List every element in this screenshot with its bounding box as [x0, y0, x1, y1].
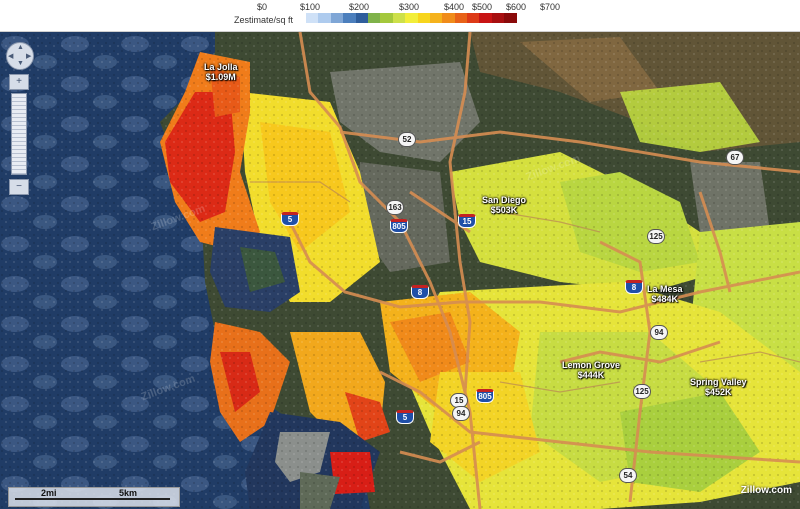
- pan-down-icon[interactable]: ▼: [17, 60, 24, 67]
- legend-swatches: [306, 13, 517, 23]
- state-route-shield: 52: [398, 132, 416, 147]
- legend-swatch: [504, 13, 517, 23]
- legend-tick: $400: [443, 2, 465, 12]
- legend-swatch: [367, 13, 381, 23]
- place-label-la-jolla[interactable]: La Jolla $1.09M: [204, 62, 238, 82]
- place-value: $1.09M: [205, 72, 236, 82]
- zillow-heatmap-view: $0 $100 $200 $300 $400 $500 $600 $700 Ze…: [0, 0, 800, 509]
- legend-swatch: [442, 13, 455, 23]
- place-label-san-diego[interactable]: San Diego $503K: [482, 195, 526, 215]
- legend-swatch: [330, 13, 344, 23]
- legend-swatch: [405, 13, 418, 23]
- place-label-la-mesa[interactable]: La Mesa $484K: [647, 284, 683, 304]
- legend-swatch: [479, 13, 492, 23]
- legend-label: Zestimate/sq ft: [234, 15, 294, 25]
- interstate-shield: 5: [281, 212, 299, 226]
- state-route-shield: 163: [386, 200, 404, 215]
- price-legend: $0 $100 $200 $300 $400 $500 $600 $700 Ze…: [0, 0, 800, 32]
- place-label-lemon-grove[interactable]: Lemon Grove $444K: [562, 360, 620, 380]
- legend-tick: $200: [348, 2, 370, 12]
- place-value: $503K: [490, 205, 518, 215]
- legend-tick: $300: [398, 2, 420, 12]
- pan-control[interactable]: ▲ ▼ ◀ ▶: [6, 42, 34, 70]
- legend-swatch: [380, 13, 393, 23]
- interstate-shield: 5: [396, 410, 414, 424]
- legend-swatch: [417, 13, 430, 23]
- legend-swatch: [392, 13, 406, 23]
- legend-tick: $700: [539, 2, 561, 12]
- legend-swatch: [429, 13, 443, 23]
- place-label-spring-valley[interactable]: Spring Valley $452K: [690, 377, 747, 397]
- pan-up-icon[interactable]: ▲: [17, 44, 24, 51]
- place-name: Spring Valley: [690, 377, 747, 387]
- legend-swatch: [491, 13, 505, 23]
- place-name: La Jolla: [204, 62, 238, 72]
- state-route-shield: 125: [633, 384, 651, 399]
- zoom-slider[interactable]: [11, 93, 27, 175]
- pan-right-icon[interactable]: ▶: [26, 52, 31, 60]
- legend-tick: $100: [299, 2, 321, 12]
- state-route-shield: 67: [726, 150, 744, 165]
- interstate-shield: 8: [411, 285, 429, 299]
- zillow-logo[interactable]: Zillow.com: [741, 485, 792, 496]
- zoom-out-button[interactable]: −: [9, 179, 29, 195]
- interstate-shield: 805: [390, 219, 408, 233]
- legend-swatch: [454, 13, 468, 23]
- place-value: $444K: [577, 370, 605, 380]
- state-route-shield: 94: [452, 406, 470, 421]
- scale-km: 5km: [119, 488, 138, 498]
- zoom-in-button[interactable]: +: [9, 74, 29, 90]
- scale-bar: [15, 498, 170, 500]
- legend-swatch: [355, 13, 368, 23]
- interstate-shield: 8: [625, 280, 643, 294]
- place-name: La Mesa: [647, 284, 683, 294]
- map-navigation: ▲ ▼ ◀ ▶ + −: [6, 42, 34, 195]
- state-route-shield: 94: [650, 325, 668, 340]
- map-scale: 2mi 5km: [8, 487, 180, 507]
- legend-swatch: [306, 13, 319, 23]
- state-route-shield: 125: [647, 229, 665, 244]
- legend-swatch: [318, 13, 331, 23]
- legend-swatch: [467, 13, 480, 23]
- satellite-map[interactable]: Zillow.com Zillow.com Zillow.com La Joll…: [0, 32, 800, 509]
- interstate-shield: 15: [458, 214, 476, 228]
- map-canvas: [0, 32, 800, 509]
- place-value: $484K: [651, 294, 679, 304]
- place-name: Lemon Grove: [562, 360, 621, 370]
- legend-tick: $600: [505, 2, 527, 12]
- place-name: San Diego: [482, 195, 527, 205]
- legend-tick: $0: [256, 2, 268, 12]
- legend-swatch: [343, 13, 356, 23]
- scale-miles: 2mi: [41, 488, 57, 498]
- interstate-shield: 805: [476, 389, 494, 403]
- place-value: $452K: [705, 387, 732, 397]
- legend-tick: $500: [471, 2, 493, 12]
- pan-left-icon[interactable]: ◀: [8, 52, 13, 60]
- state-route-shield: 54: [619, 468, 637, 483]
